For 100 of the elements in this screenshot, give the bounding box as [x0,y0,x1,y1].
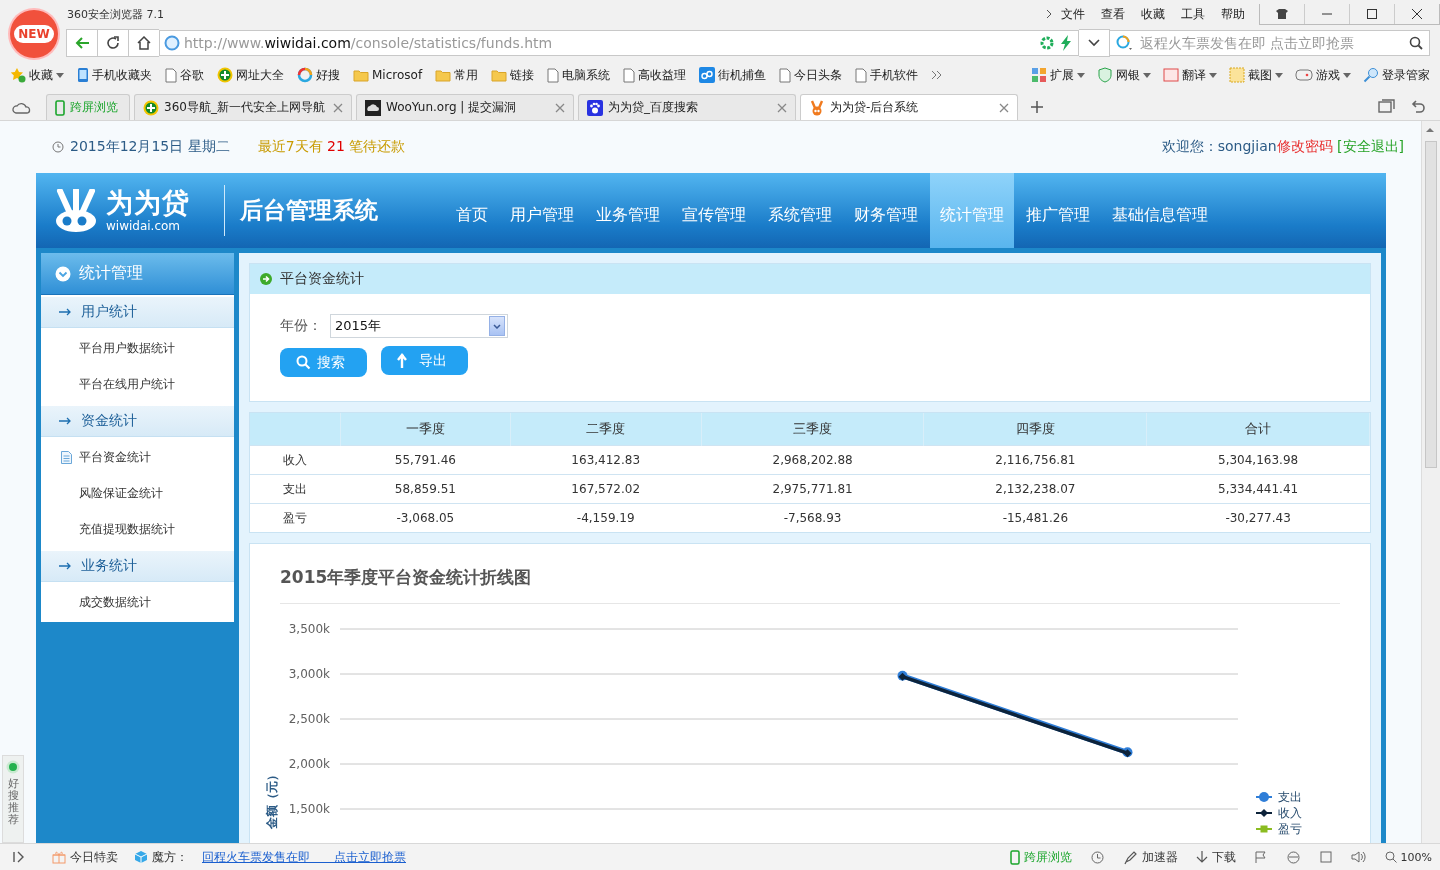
panel-title: 平台资金统计 [280,270,364,288]
cube-label: 魔方： [152,848,188,866]
legend-label: 支出 [1278,790,1302,804]
table-cell: -30,277.43 [1146,503,1370,532]
table-header-cell: 四季度 [923,413,1147,446]
new-badge: NEW [10,10,58,58]
toolbar-button[interactable]: 截图 [1248,66,1272,84]
nav-tab[interactable]: 宣传管理 [672,173,756,248]
table-cell: 55,791.46 [340,445,511,475]
table-cell: 167,572.02 [510,474,702,504]
table-header-cell: 二季度 [510,413,702,446]
nav-tab[interactable]: 系统管理 [758,173,842,248]
bookmark-link[interactable]: 街机捕鱼 [718,66,767,84]
table-cell: 盈亏 [250,503,341,532]
sidebar-link[interactable]: 平台在线用户统计 [79,375,175,393]
nav-tab[interactable]: 推广管理 [1016,173,1100,248]
axis-tick-label: 3,500k [288,622,330,636]
bookmark-link[interactable]: Microsof [372,68,423,82]
browser-tab[interactable]: WooYun.org | 提交漏洞 [356,94,574,120]
logo-domain: wiwidai.com [106,220,182,232]
bookmark-link[interactable]: 谷歌 [180,66,204,84]
table-header-cell: 三季度 [701,413,924,446]
bookmark-link[interactable]: 电脑系统 [562,66,611,84]
table-cell: 58,859.51 [340,474,511,504]
repayment-notice: 最近7天有 21 笔待还款 [257,138,406,156]
change-password-link[interactable]: 修改密码 [1276,138,1333,156]
axis-tick-label: 1,500k [288,802,330,816]
sidebar-group-header[interactable]: 业务统计 [41,549,234,582]
welcome-text: 欢迎您：songjian [1161,138,1277,156]
toolbar-button[interactable]: 扩展 [1050,66,1074,84]
table-cell: 2,132,238.07 [923,474,1147,504]
table-cell: 5,334,441.41 [1146,474,1370,504]
sidebar-group-header[interactable]: 资金统计 [41,404,234,437]
menu-item[interactable]: 工具 [1173,5,1213,23]
table-cell: -7,568.93 [701,503,924,532]
bookmark-link[interactable]: 好搜 [316,66,340,84]
legend-item[interactable]: 支出 [1255,790,1302,804]
toolbar-button[interactable]: 登录管家 [1382,66,1430,84]
sidebar-group-header[interactable]: 用户统计 [41,295,234,328]
toolbar-button[interactable]: 游戏 [1316,66,1340,84]
menu-item[interactable]: 文件 [1053,5,1093,23]
deal-link[interactable]: 今日特卖 [70,848,118,866]
nav-tab[interactable]: 财务管理 [844,173,928,248]
legend-label: 收入 [1278,806,1302,820]
promo-link[interactable]: 回程火车票发售在即 点击立即抢票 [202,848,406,866]
bookmark-link[interactable]: 今日头条 [794,66,843,84]
year-label: 年份： [280,317,322,335]
sidebar-link[interactable]: 平台用户数据统计 [79,339,175,357]
table-cell: -4,159.19 [510,503,702,532]
address-field[interactable]: http://www.wiwidai.com/console/statistics/funds.htm [159,30,1079,56]
logo-text: 为为贷 [106,189,190,216]
menu-item[interactable]: 查看 [1093,5,1133,23]
table-cell: 支出 [250,474,341,504]
toolbar-button[interactable]: 网银 [1116,66,1140,84]
system-title: 后台管理系统 [240,196,379,225]
year-select[interactable]: 2015年 [330,314,508,338]
nav-tab[interactable]: 首页 [446,173,498,248]
axis-title: 金额（元） [265,769,279,829]
accelerator-button[interactable]: 加速器 [1141,848,1178,866]
axis-tick-label: 2,000k [288,757,330,771]
bookmark-link[interactable]: 收藏 [29,66,53,84]
browser-tab[interactable]: 360导航_新一代安全上网导航 [134,94,352,120]
table-cell: 5,304,163.98 [1146,445,1370,475]
table-header-cell: 合计 [1146,413,1370,446]
bookmark-link[interactable]: 手机软件 [870,66,919,84]
window-title: 360安全浏览器 7.1 [67,6,164,22]
zoom-level[interactable]: 100% [1400,850,1432,864]
table-cell: 2,975,771.81 [701,474,924,504]
browser-tab[interactable]: 为为贷_百度搜索 [578,94,796,120]
table-header-cell: 一季度 [340,413,511,446]
bookmark-link[interactable]: 常用 [454,66,479,84]
bookmark-link[interactable]: 高收益理 [638,66,687,84]
bookmark-link[interactable]: 链接 [510,66,535,84]
table-cell: -3,068.05 [340,503,511,532]
bookmark-link[interactable]: 网址大全 [236,66,284,84]
bookmark-link[interactable]: 手机收藏夹 [92,66,152,84]
table-cell: 2,968,202.88 [701,445,924,475]
menu-item[interactable]: 帮助 [1213,5,1253,23]
nav-tab[interactable]: 用户管理 [500,173,584,248]
legend-item[interactable]: 收入 [1255,806,1302,820]
sidebar-link[interactable]: 平台资金统计 [79,448,151,466]
axis-tick-label: 2,500k [288,712,330,726]
side-widget[interactable]: 好搜推荐 [2,755,24,843]
menu-item[interactable]: 收藏 [1133,5,1173,23]
sidebar-link[interactable]: 充值提现数据统计 [79,520,175,538]
table-cell: 2,116,756.81 [923,445,1147,475]
table-cell: 收入 [250,445,341,475]
legend-item[interactable]: 盈亏 [1255,822,1302,836]
legend-label: 盈亏 [1278,822,1302,836]
browser-tab[interactable]: 为为贷-后台系统 [800,94,1018,120]
download-button[interactable]: 下载 [1211,848,1236,866]
search-field[interactable]: 返程火车票发售在即 点击立即抢票 [1110,30,1430,56]
sidebar-link[interactable]: 风险保证金统计 [79,484,163,502]
table-cell: 163,412.83 [510,445,702,475]
axis-tick-label: 3,000k [288,667,330,681]
toolbar-button[interactable]: 翻译 [1182,66,1206,84]
nav-tab[interactable]: 业务管理 [586,173,670,248]
sidebar-link[interactable]: 成交数据统计 [79,593,151,611]
date-text: 2015年12月15日 星期二 [70,138,230,156]
nav-tab[interactable]: 基础信息管理 [1102,173,1218,248]
